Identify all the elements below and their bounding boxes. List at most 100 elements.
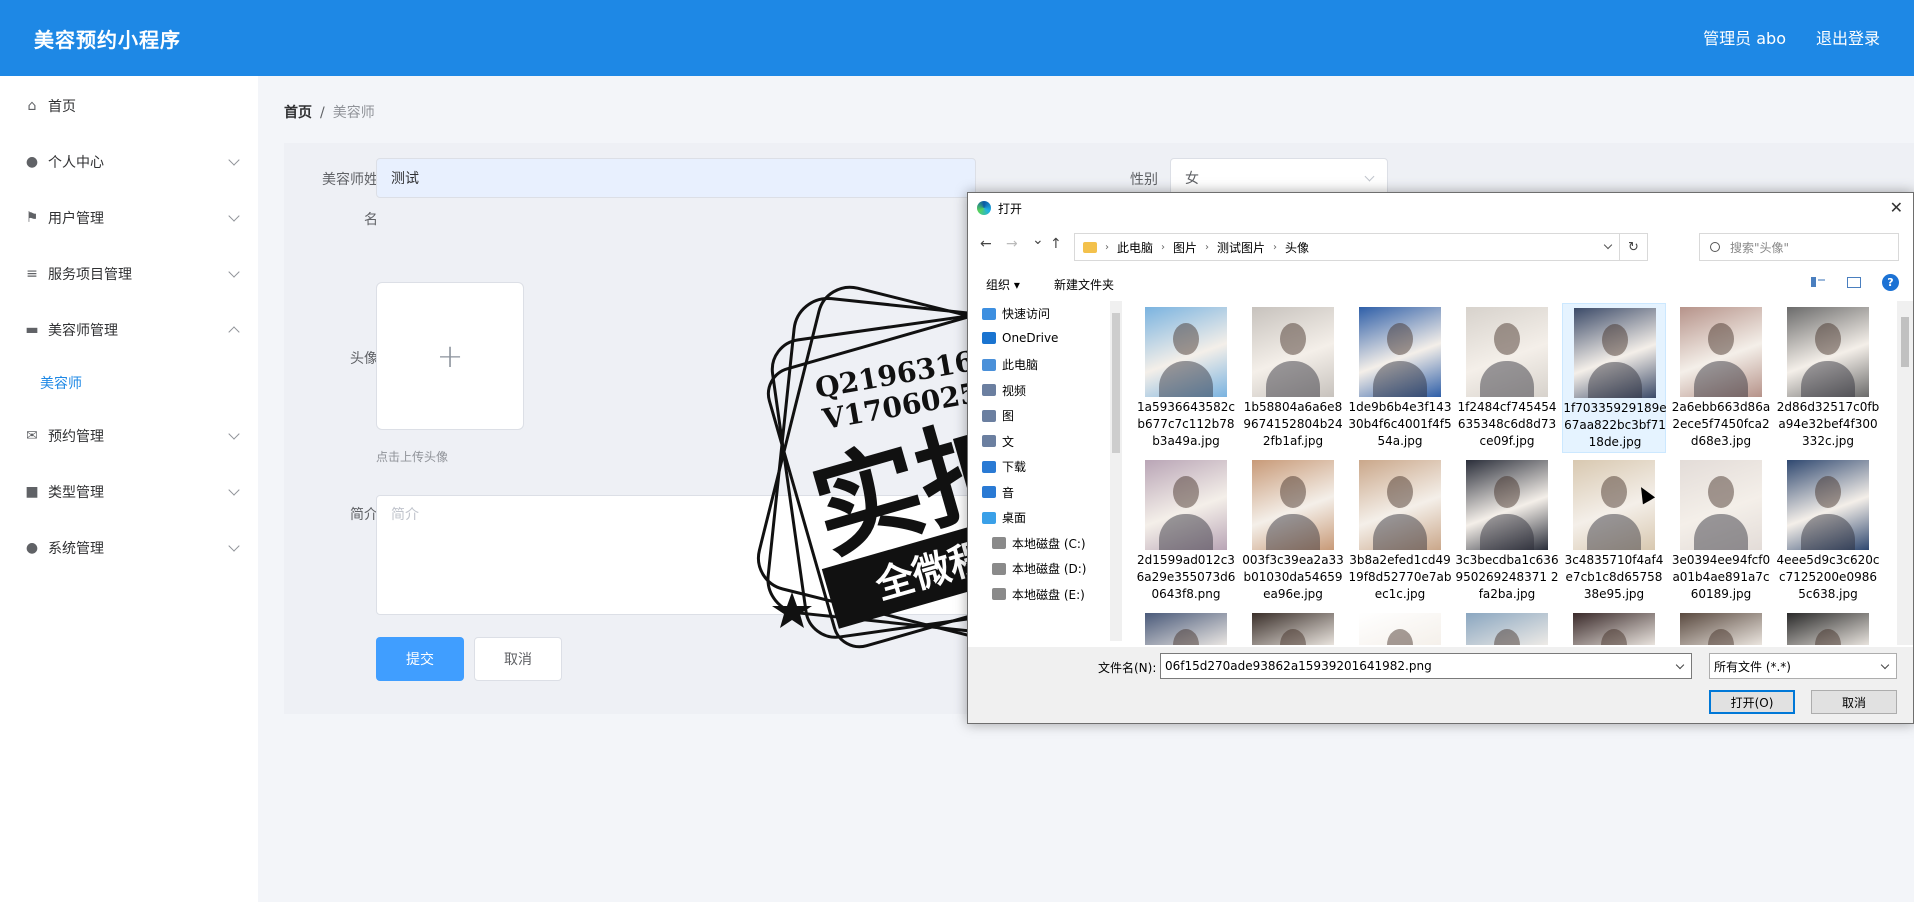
file-item[interactable]: 2d86d32517c0fba94e32bef4f300332c.jpg (1776, 303, 1880, 453)
sidebar-item[interactable]: ⌂ 首页 (0, 78, 258, 134)
file-item[interactable]: 1de9b6b4e3f14330b4f6c4001f4f554a.jpg (1348, 303, 1452, 453)
edge-browser-icon (977, 201, 991, 215)
nav-tree-item[interactable]: 桌面 (982, 509, 1026, 526)
file-item[interactable]: 4eee5d9c3c620cc7125200e09865c638.jpg (1776, 456, 1880, 606)
file-item[interactable]: 2d1599ad012c36a29e355073d60643f8.png (1134, 456, 1238, 606)
sidebar-item[interactable]: ✉ 预约管理 (0, 408, 258, 464)
breadcrumb: 首页 / 美容师 (284, 102, 375, 122)
nav-tree-item[interactable]: 音 (982, 484, 1014, 501)
file-item[interactable] (1562, 609, 1666, 645)
file-item[interactable] (1241, 609, 1345, 645)
dialog-search-input[interactable]: 搜索"头像" (1699, 233, 1899, 261)
nav-tree-label: 下载 (1002, 460, 1027, 474)
chevron-right-icon: › (1105, 241, 1109, 253)
recent-dropdown-icon[interactable]: ⌄ (1032, 232, 1044, 248)
file-item[interactable]: 003f3c39ea2a33b01030da54659ea96e.jpg (1241, 456, 1345, 606)
submit-button[interactable]: 提交 (376, 637, 464, 681)
nav-tree-item[interactable]: 文 (982, 433, 1014, 450)
folder-icon (982, 307, 996, 320)
nav-tree-item[interactable]: 本地磁盘 (D:) (992, 560, 1086, 577)
name-input[interactable]: 测试 (376, 158, 976, 198)
nav-tree-item[interactable]: 本地磁盘 (E:) (992, 586, 1085, 603)
file-item[interactable]: 3b8a2efed1cd4919f8d52770e7abec1c.jpg (1348, 456, 1452, 606)
scrollbar-thumb[interactable] (1112, 313, 1120, 453)
breadcrumb-home[interactable]: 首页 (284, 105, 312, 121)
sidebar-item[interactable]: ● 个人中心 (0, 134, 258, 190)
file-item[interactable] (1455, 609, 1559, 645)
back-arrow-icon[interactable]: ← (980, 236, 992, 252)
nav-pane-scrollbar[interactable] (1110, 301, 1122, 641)
file-item[interactable]: 1f70335929189e67aa822bc3bf7118de.jpg (1562, 303, 1667, 453)
organize-button[interactable]: 组织 ▾ (986, 276, 1020, 293)
flag-icon: ⚑ (25, 210, 39, 226)
nav-tree-item[interactable]: 此电脑 (982, 356, 1038, 373)
file-grid-scrollbar[interactable] (1897, 301, 1913, 645)
app-title: 美容预约小程序 (34, 28, 181, 52)
help-icon[interactable]: ? (1882, 274, 1899, 291)
file-item[interactable] (1776, 609, 1880, 645)
file-item[interactable]: 3c3becdba1c636950269248371 2fa2ba.jpg (1455, 456, 1559, 606)
preview-pane-icon[interactable] (1847, 277, 1861, 288)
chevron-down-icon (228, 266, 240, 278)
nav-tree-item[interactable]: 图 (982, 407, 1014, 424)
refresh-icon[interactable]: ↻ (1619, 234, 1647, 260)
sidebar-item[interactable]: ● 系统管理 (0, 520, 258, 576)
file-item[interactable] (1348, 609, 1452, 645)
chevron-down-icon (228, 428, 240, 440)
avatar-upload[interactable]: + (376, 282, 524, 430)
file-item[interactable]: 1f2484cf745454635348c6d8d73ce09f.jpg (1455, 303, 1559, 453)
portrait-silhouette (1601, 476, 1627, 508)
portrait-silhouette (1588, 362, 1642, 398)
file-item[interactable] (1669, 609, 1773, 645)
chevron-down-icon[interactable] (1603, 240, 1613, 250)
file-item[interactable]: 1a5936643582cb677c7c112b78b3a49a.jpg (1134, 303, 1238, 453)
new-folder-button[interactable]: 新建文件夹 (1054, 276, 1114, 293)
address-bar[interactable]: › 此电脑 › 图片 › 测试图片 › 头像 ↻ (1074, 233, 1648, 261)
nav-tree-item[interactable]: 视频 (982, 382, 1026, 399)
view-options-icon[interactable] (1811, 277, 1825, 287)
image-thumbnail (1787, 613, 1869, 645)
list-icon: ≡ (26, 266, 38, 282)
logout-link[interactable]: 退出登录 (1816, 25, 1880, 49)
nav-tree-item[interactable]: 快速访问 (982, 305, 1050, 322)
sidebar-item[interactable]: ≡ 服务项目管理 (0, 246, 258, 302)
nav-tree-item[interactable]: 本地磁盘 (C:) (992, 535, 1086, 552)
nav-tree-label: 音 (1002, 485, 1015, 500)
file-item[interactable]: 3e0394ee94fcf0a01b4ae891a7c60189.jpg (1669, 456, 1773, 606)
dialog-cancel-button[interactable]: 取消 (1811, 690, 1897, 714)
file-item[interactable] (1134, 609, 1238, 645)
image-thumbnail (1466, 613, 1548, 645)
path-segment[interactable]: 图片 (1173, 239, 1197, 256)
folder-icon (1083, 241, 1097, 253)
up-arrow-icon[interactable]: ↑ (1050, 236, 1062, 252)
portrait-silhouette (1708, 476, 1734, 508)
path-segment[interactable]: 测试图片 (1217, 239, 1265, 256)
sidebar-item[interactable]: ▬ 美容师管理 (0, 302, 258, 358)
dialog-navbar: ← → ⌄ ↑ › 此电脑 › 图片 › 测试图片 › 头像 ↻ 搜索"头像" (968, 229, 1913, 265)
nav-tree-item[interactable]: OneDrive (982, 331, 1058, 345)
close-icon[interactable]: ✕ (1890, 198, 1903, 217)
file-item[interactable]: 2a6ebb663d86a2ece5f7450fca2d68e3.jpg (1669, 303, 1773, 453)
file-item[interactable]: 3c4835710f4af4e7cb1c8d6575838e95.jpg (1562, 456, 1666, 606)
sidebar-item-label: 美容师管理 (48, 323, 118, 339)
image-thumbnail (1573, 613, 1655, 645)
sidebar-item[interactable]: ⚑ 用户管理 (0, 190, 258, 246)
chevron-down-icon[interactable] (1675, 660, 1685, 670)
path-segment[interactable]: 头像 (1285, 239, 1309, 256)
portrait-silhouette (1708, 323, 1734, 355)
file-item[interactable]: 1b58804a6a6e89674152804b242fb1af.jpg (1241, 303, 1345, 453)
filetype-select[interactable]: 所有文件 (*.*) (1709, 653, 1897, 679)
forward-arrow-icon[interactable]: → (1006, 236, 1018, 252)
path-segment[interactable]: 此电脑 (1117, 239, 1153, 256)
briefcase-icon: ■ (25, 484, 39, 500)
nav-tree-item[interactable]: 下载 (982, 458, 1026, 475)
portrait-silhouette (1280, 476, 1306, 508)
open-button[interactable]: 打开(O) (1709, 690, 1795, 714)
cancel-button[interactable]: 取消 (474, 637, 562, 681)
filename-input[interactable]: 06f15d270ade93862a15939201641982.png (1160, 653, 1692, 679)
intro-label: 简介 (350, 507, 378, 523)
sidebar-item-label: 类型管理 (48, 485, 104, 501)
sidebar-item[interactable]: ■ 类型管理 (0, 464, 258, 520)
sidebar-subitem-beautician[interactable]: 美容师 (0, 358, 258, 408)
scrollbar-thumb[interactable] (1901, 317, 1909, 367)
